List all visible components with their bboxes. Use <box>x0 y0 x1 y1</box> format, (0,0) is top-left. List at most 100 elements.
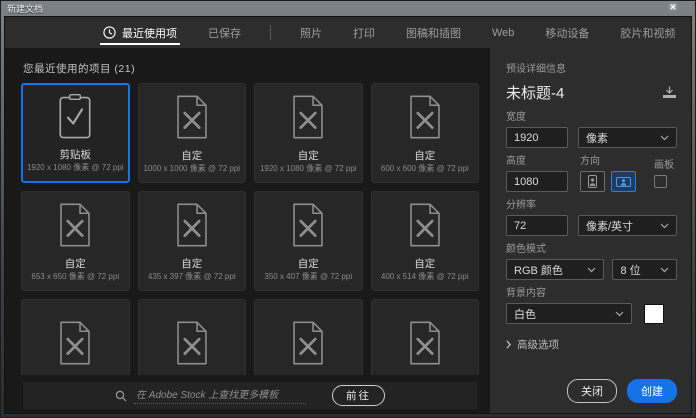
bit-depth-value: 8 位 <box>620 264 641 277</box>
template-tile[interactable] <box>370 299 479 375</box>
resolution-label: 分辨率 <box>506 200 536 211</box>
template-tile[interactable] <box>21 299 130 375</box>
document-x-icon <box>173 202 211 248</box>
template-tile[interactable]: 剪贴板 1920 x 1080 像素 @ 72 ppi <box>21 83 130 183</box>
tile-icon <box>139 300 246 375</box>
template-tile[interactable]: 自定 600 x 600 像素 @ 72 ppi <box>370 83 479 183</box>
dialog-body: 最近使用项 已保存 照片 打印 图稿和插图 Web 移动设备 胶片和视频 您最近… <box>4 16 692 414</box>
tile-icon <box>23 85 128 150</box>
resolution-unit-value: 像素/英寸 <box>586 220 634 233</box>
new-document-dialog: 新建文档 ✕ 最近使用项 已保存 照片 打印 图稿和插图 Web 移动设备 胶片… <box>0 0 696 418</box>
tile-icon <box>255 84 362 151</box>
document-x-icon <box>289 202 327 248</box>
recent-section-header: 您最近使用的项目 (21) <box>23 63 136 75</box>
dialog-content: 您最近使用的项目 (21) 剪贴板 1920 x 1080 像素 @ 72 pp… <box>5 48 691 413</box>
clipboard-check-icon <box>55 93 95 141</box>
template-tile[interactable]: 自定 400 x 514 像素 @ 72 ppi <box>370 191 479 291</box>
tab-4[interactable]: 图稿和插图 <box>404 17 463 48</box>
clock-icon <box>103 26 116 39</box>
width-input[interactable] <box>506 127 568 148</box>
tab-label: 移动设备 <box>545 27 590 40</box>
color-mode-dropdown[interactable]: RGB 颜色 <box>506 259 605 280</box>
tab-1[interactable]: 已保存 <box>206 17 243 48</box>
chevron-right-icon <box>506 340 511 349</box>
template-tile[interactable]: 自定 653 x 650 像素 @ 72 ppi <box>21 191 130 291</box>
tab-0[interactable]: 最近使用项 <box>100 17 180 48</box>
chevron-down-icon <box>660 267 669 273</box>
tile-icon <box>372 192 479 259</box>
bit-depth-dropdown[interactable]: 8 位 <box>612 259 677 280</box>
width-unit-dropdown[interactable]: 像素 <box>578 127 677 148</box>
search-icon <box>115 390 127 402</box>
template-tile[interactable] <box>137 299 246 375</box>
width-unit-value: 像素 <box>586 132 608 145</box>
orientation-label: 方向 <box>580 156 600 167</box>
tile-spec: 350 x 407 像素 @ 72 ppi <box>264 272 353 281</box>
resolution-input[interactable] <box>506 215 568 236</box>
advanced-options-label: 高级选项 <box>517 339 559 351</box>
tile-icon <box>22 192 129 259</box>
template-tile[interactable]: 自定 1000 x 1000 像素 @ 72 ppi <box>137 83 246 183</box>
background-value: 白色 <box>514 308 536 321</box>
tab-2[interactable]: 照片 <box>298 17 324 48</box>
chevron-down-icon <box>587 267 596 273</box>
tab-label: 打印 <box>353 27 375 40</box>
recent-panel: 您最近使用的项目 (21) 剪贴板 1920 x 1080 像素 @ 72 pp… <box>5 48 489 413</box>
preset-details-header: 预设详细信息 <box>506 64 566 75</box>
tab-label: 照片 <box>300 27 322 40</box>
tile-spec: 600 x 600 像素 @ 72 ppi <box>380 164 469 173</box>
tile-name: 自定 <box>414 257 436 270</box>
document-x-icon <box>173 320 211 366</box>
tile-name: 自定 <box>297 257 319 270</box>
document-x-icon <box>56 202 94 248</box>
height-label: 高度 <box>506 156 526 167</box>
height-input[interactable] <box>506 171 568 192</box>
chevron-down-icon <box>615 311 624 317</box>
template-tile[interactable] <box>254 299 363 375</box>
tab-6[interactable]: 移动设备 <box>543 17 591 48</box>
tile-name: 自定 <box>297 149 319 162</box>
stock-search-bar: 前往 <box>23 382 477 409</box>
document-x-icon <box>173 94 211 140</box>
tile-icon <box>372 300 479 375</box>
create-button[interactable]: 创建 <box>627 379 677 403</box>
tile-icon <box>372 84 479 151</box>
background-label: 背景内容 <box>506 288 546 299</box>
background-swatch[interactable] <box>644 303 664 324</box>
tab-5[interactable]: Web <box>490 17 516 48</box>
tab-7[interactable]: 胶片和视频 <box>618 17 677 48</box>
tab-3[interactable]: 打印 <box>351 17 377 48</box>
tile-spec: 1920 x 1080 像素 @ 72 ppi <box>259 164 357 173</box>
document-x-icon <box>289 320 327 366</box>
tile-icon <box>255 192 362 259</box>
window-close-icon[interactable]: ✕ <box>660 0 686 14</box>
template-tile[interactable]: 自定 350 x 407 像素 @ 72 ppi <box>254 191 363 291</box>
preset-details-panel: 预设详细信息 未标题-4 宽度 像素 <box>489 48 691 413</box>
template-tile[interactable]: 自定 435 x 397 像素 @ 72 ppi <box>137 191 246 291</box>
tile-name: 自定 <box>64 257 86 270</box>
go-button[interactable]: 前往 <box>332 385 385 406</box>
document-x-icon <box>406 94 444 140</box>
window-title: 新建文档 <box>7 3 44 14</box>
width-label: 宽度 <box>506 112 526 123</box>
template-tile[interactable]: 自定 1920 x 1080 像素 @ 72 ppi <box>254 83 363 183</box>
save-preset-icon[interactable] <box>662 86 677 99</box>
orientation-portrait-button[interactable] <box>580 171 605 192</box>
tile-icon <box>139 84 246 151</box>
tile-name: 自定 <box>181 149 203 162</box>
orientation-landscape-button[interactable] <box>611 171 636 192</box>
chevron-down-icon <box>660 135 669 141</box>
tab-label: 已保存 <box>208 27 241 40</box>
tile-spec: 1000 x 1000 像素 @ 72 ppi <box>143 164 241 173</box>
tile-name: 自定 <box>414 149 436 162</box>
stock-search-input[interactable] <box>134 387 306 404</box>
tile-spec: 1920 x 1080 像素 @ 72 ppi <box>26 163 124 172</box>
close-button[interactable]: 关闭 <box>567 379 617 403</box>
artboard-checkbox[interactable] <box>654 175 667 188</box>
document-x-icon <box>406 320 444 366</box>
color-mode-value: RGB 颜色 <box>514 264 563 277</box>
background-dropdown[interactable]: 白色 <box>506 303 632 324</box>
document-title-field[interactable]: 未标题-4 <box>506 82 564 103</box>
resolution-unit-dropdown[interactable]: 像素/英寸 <box>578 215 677 236</box>
advanced-options-toggle[interactable]: 高级选项 <box>506 337 677 352</box>
